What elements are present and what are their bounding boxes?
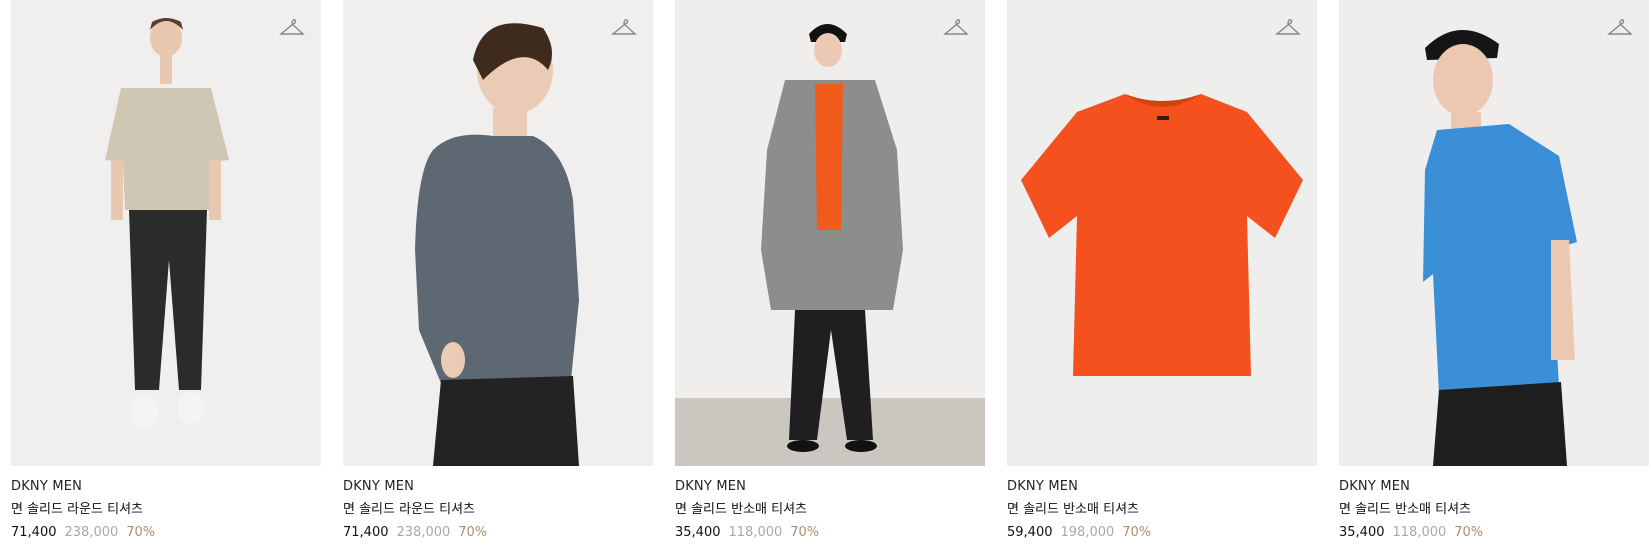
- original-price: 198,000: [1060, 525, 1115, 540]
- original-price: 238,000: [64, 525, 119, 540]
- product-grid: DKNY MEN 면 솔리드 라운드 티셔츠 71,400 238,000 70% …: [0, 0, 1651, 558]
- price-row: 35,400 118,000 70%: [1339, 524, 1649, 542]
- model-photo: [343, 0, 653, 466]
- product-card[interactable]: DKNY MEN 면 솔리드 반소매 티셔츠 59,400 198,000 70%: [1007, 0, 1317, 542]
- product-image[interactable]: [11, 0, 321, 466]
- price-row: 71,400 238,000 70%: [343, 524, 653, 542]
- hanger-icon[interactable]: [1607, 16, 1633, 40]
- sale-price: 59,400: [1007, 525, 1053, 540]
- discount-rate: 70%: [458, 525, 488, 540]
- product-name[interactable]: 면 솔리드 반소매 티셔츠: [675, 501, 985, 519]
- product-brand: DKNY MEN: [343, 479, 415, 494]
- product-image[interactable]: [675, 0, 985, 466]
- product-brand: DKNY MEN: [675, 479, 747, 494]
- discount-rate: 70%: [1454, 525, 1484, 540]
- hanger-icon[interactable]: [279, 16, 305, 40]
- product-name[interactable]: 면 솔리드 반소매 티셔츠: [1339, 501, 1649, 519]
- product-brand: DKNY MEN: [1007, 479, 1079, 494]
- sale-price: 71,400: [343, 525, 389, 540]
- product-name[interactable]: 면 솔리드 반소매 티셔츠: [1007, 501, 1317, 519]
- hanger-icon[interactable]: [1275, 16, 1301, 40]
- product-card[interactable]: DKNY MEN 면 솔리드 반소매 티셔츠 35,400 118,000 70%: [675, 0, 985, 542]
- hanger-icon[interactable]: [611, 16, 637, 40]
- original-price: 238,000: [396, 525, 451, 540]
- original-price: 118,000: [1392, 525, 1447, 540]
- price-row: 35,400 118,000 70%: [675, 524, 985, 542]
- product-brand: DKNY MEN: [1339, 479, 1411, 494]
- price-row: 59,400 198,000 70%: [1007, 524, 1317, 542]
- sale-price: 35,400: [1339, 525, 1385, 540]
- model-photo: [11, 0, 321, 466]
- product-name[interactable]: 면 솔리드 라운드 티셔츠: [343, 501, 653, 519]
- product-image[interactable]: [1007, 0, 1317, 466]
- product-card[interactable]: DKNY MEN 면 솔리드 라운드 티셔츠 71,400 238,000 70%: [343, 0, 653, 542]
- sale-price: 35,400: [675, 525, 721, 540]
- product-image[interactable]: [1339, 0, 1649, 466]
- product-brand: DKNY MEN: [11, 479, 83, 494]
- discount-rate: 70%: [790, 525, 820, 540]
- price-row: 71,400 238,000 70%: [11, 524, 321, 542]
- discount-rate: 70%: [1122, 525, 1152, 540]
- product-card[interactable]: DKNY MEN 면 솔리드 라운드 티셔츠 71,400 238,000 70%: [11, 0, 321, 542]
- sale-price: 71,400: [11, 525, 57, 540]
- original-price: 118,000: [728, 525, 783, 540]
- model-photo: [675, 0, 985, 466]
- product-card[interactable]: DKNY MEN 면 솔리드 반소매 티셔츠 35,400 118,000 70%: [1339, 0, 1649, 542]
- product-name[interactable]: 면 솔리드 라운드 티셔츠: [11, 501, 321, 519]
- product-photo: [1007, 0, 1317, 466]
- product-image[interactable]: [343, 0, 653, 466]
- discount-rate: 70%: [126, 525, 156, 540]
- model-photo: [1339, 0, 1649, 466]
- hanger-icon[interactable]: [943, 16, 969, 40]
